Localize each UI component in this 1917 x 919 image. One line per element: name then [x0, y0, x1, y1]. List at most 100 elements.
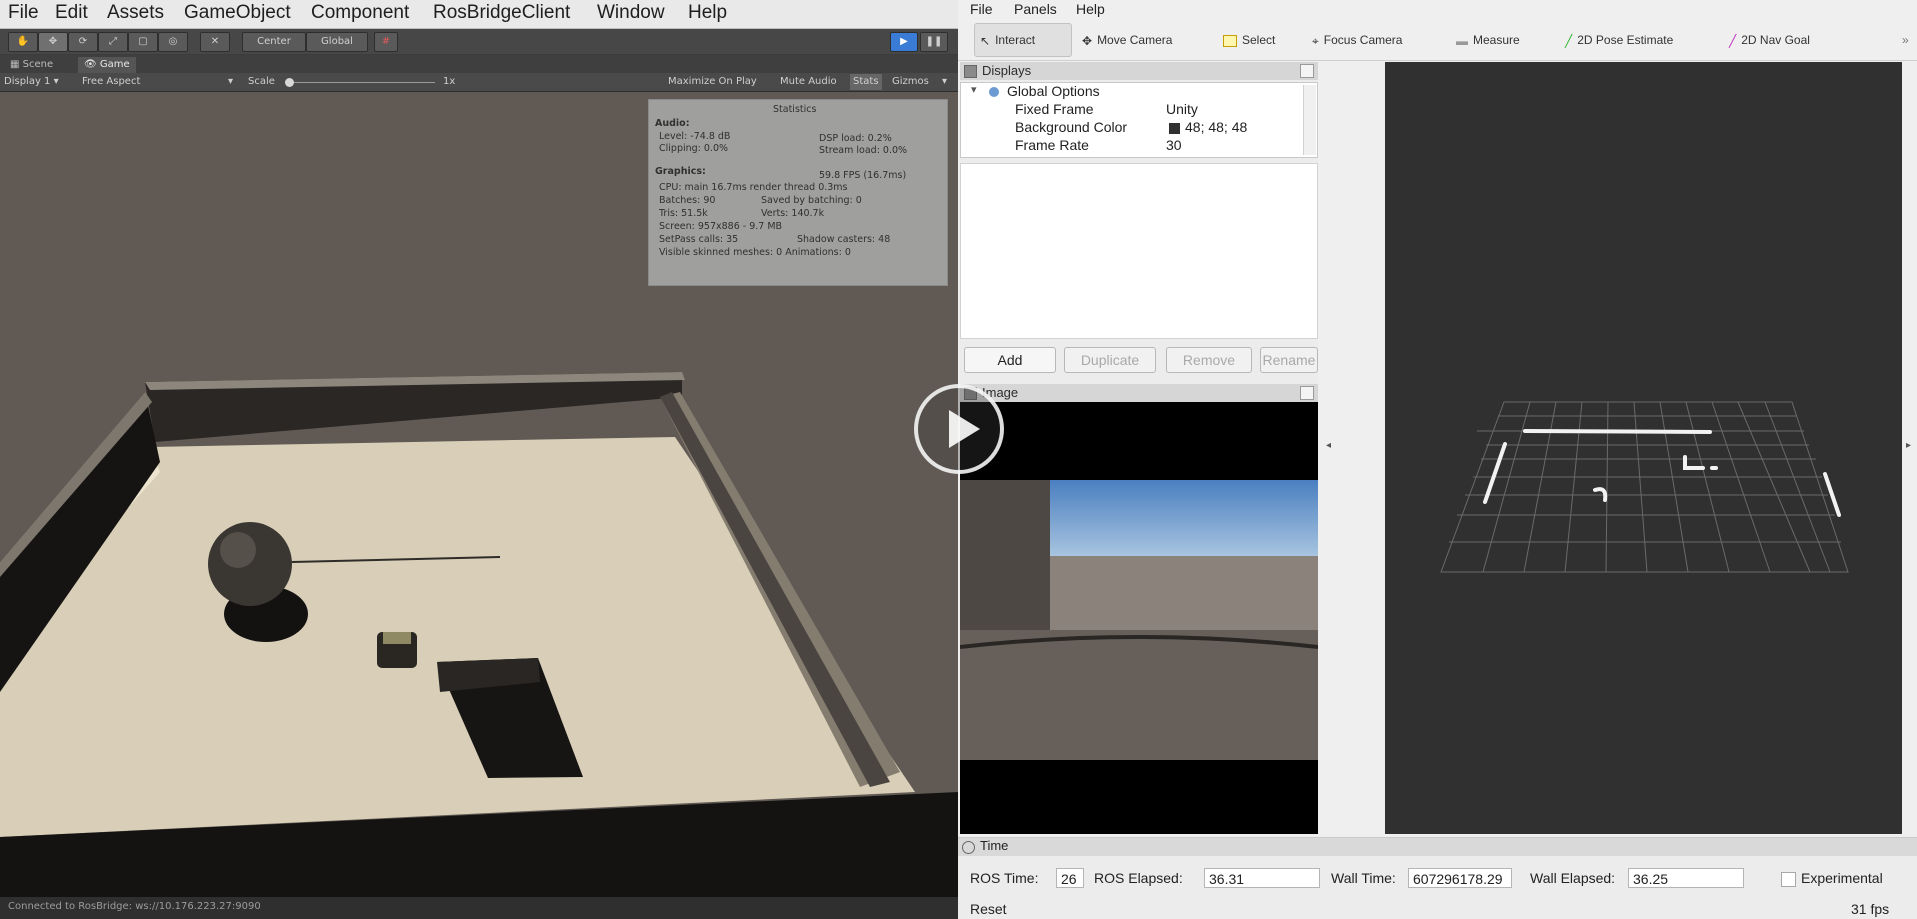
experimental-checkbox[interactable]	[1781, 872, 1796, 887]
rect-tool-button[interactable]: ▢	[128, 32, 158, 52]
unity-menu-help[interactable]: Help	[688, 2, 727, 24]
right-splitter-arrow-icon[interactable]: ▸	[1906, 440, 1911, 451]
wall-elapsed-field[interactable]: 36.25	[1628, 868, 1744, 888]
display-select-value: Display 1	[4, 76, 51, 87]
game-view-toolbar: Display 1 ▾ Free Aspect ▾ Scale 1x Maxim…	[0, 73, 958, 92]
maximize-on-play-toggle[interactable]: Maximize On Play	[668, 74, 757, 90]
ros-time-field[interactable]: 26	[1056, 868, 1084, 888]
wall-time-field[interactable]: 607296178.29	[1408, 868, 1512, 888]
statistics-overlay: Statistics Audio: Level: -74.8 dB Clippi…	[648, 99, 948, 286]
toolbar-overflow-icon[interactable]: »	[1902, 29, 1909, 51]
unity-status-bar: Connected to RosBridge: ws://10.176.223.…	[0, 897, 958, 919]
rotate-tool-button[interactable]: ⟳	[68, 32, 98, 52]
stats-setpass: SetPass calls: 35	[659, 234, 739, 245]
scale-slider-handle[interactable]	[285, 78, 294, 87]
background-color-key: Background Color	[1015, 119, 1128, 135]
play-triangle-icon	[949, 410, 980, 448]
aspect-dropdown-icon[interactable]: ▾	[228, 74, 233, 90]
displays-float-button[interactable]	[1300, 64, 1314, 78]
stats-toggle[interactable]: Stats	[850, 74, 882, 90]
gizmos-dropdown[interactable]: Gizmos	[892, 74, 929, 90]
left-splitter-arrow-icon[interactable]: ◂	[1326, 440, 1331, 451]
displays-tree[interactable]: ▾ Global Options Fixed Frame Unity Backg…	[960, 82, 1318, 158]
rviz-menu-panels[interactable]: Panels	[1014, 1, 1057, 17]
tool-focus-camera[interactable]: ⌖ Focus Camera	[1312, 29, 1402, 51]
expand-arrow-icon[interactable]: ▾	[971, 83, 977, 96]
add-display-button[interactable]: Add	[964, 347, 1056, 373]
stats-skinned: Visible skinned meshes: 0 Animations: 0	[659, 247, 851, 258]
transform-tool-button[interactable]: ◎	[158, 32, 188, 52]
laser-scan-points	[1483, 429, 1841, 517]
unity-menu-assets[interactable]: Assets	[107, 2, 164, 24]
ros-elapsed-field[interactable]: 36.31	[1204, 868, 1320, 888]
unity-menu-component[interactable]: Component	[311, 2, 409, 24]
unity-toolbar: ✋ ✥ ⟳ ⤢ ▢ ◎ ✕ Center Global # ▶ ❚❚	[0, 29, 958, 54]
reset-button[interactable]: Reset	[970, 901, 1007, 917]
fps-readout: 31 fps	[1851, 901, 1890, 917]
time-panel: Time ROS Time: 26 ROS Elapsed: 36.31 Wal…	[958, 837, 1917, 919]
tool-measure[interactable]: ▬ Measure	[1456, 29, 1520, 51]
scale-tool-button[interactable]: ⤢	[98, 32, 128, 52]
pause-button[interactable]: ❚❚	[920, 32, 948, 52]
stats-audio-header: Audio:	[655, 118, 690, 129]
background-color-swatch[interactable]	[1169, 123, 1180, 134]
robot-top	[383, 632, 411, 644]
gizmos-chevron-icon[interactable]: ▾	[942, 74, 947, 90]
stats-screen: Screen: 957x886 - 9.7 MB	[659, 221, 783, 232]
image-float-button[interactable]	[1300, 386, 1314, 400]
remove-display-button[interactable]: Remove	[1166, 347, 1252, 373]
tab-game[interactable]: 👁 Game	[78, 57, 136, 73]
global-options-label[interactable]: Global Options	[1007, 83, 1100, 99]
tool-2d-pose-estimate-label: 2D Pose Estimate	[1577, 33, 1674, 47]
displays-scrollbar[interactable]	[1303, 85, 1316, 155]
tool-2d-nav-goal[interactable]: ╱ 2D Nav Goal	[1729, 29, 1810, 51]
play-button[interactable]: ▶	[890, 32, 918, 52]
unity-menu-rosbridgeclient[interactable]: RosBridgeClient	[433, 2, 570, 24]
crosshair-icon: ⌖	[1312, 33, 1319, 48]
tool-select[interactable]: Select	[1223, 29, 1275, 51]
aspect-select[interactable]: Free Aspect	[82, 74, 140, 90]
custom-tool-button[interactable]: ✕	[200, 32, 230, 52]
tool-focus-camera-label: Focus Camera	[1323, 33, 1403, 47]
grid-snap-icon[interactable]: #	[374, 32, 398, 52]
duplicate-display-button[interactable]: Duplicate	[1064, 347, 1156, 373]
tool-2d-pose-estimate[interactable]: ╱ 2D Pose Estimate	[1565, 29, 1673, 51]
3d-viewport[interactable]	[1385, 62, 1902, 834]
unity-menu-gameobject[interactable]: GameObject	[184, 2, 291, 24]
scale-label: Scale	[248, 76, 275, 87]
fixed-frame-value[interactable]: Unity	[1166, 101, 1198, 117]
rviz-menu-help[interactable]: Help	[1076, 1, 1105, 17]
displays-panel-icon	[964, 65, 977, 78]
unity-menu-file[interactable]: File	[8, 2, 39, 24]
unity-menu-edit[interactable]: Edit	[55, 2, 88, 24]
rviz-menubar: File Panels Help	[958, 0, 1917, 18]
stats-dsp: DSP load: 0.2%	[819, 133, 892, 144]
hand-tool-button[interactable]: ✋	[8, 32, 38, 52]
frame-rate-value[interactable]: 30	[1166, 137, 1182, 153]
displays-list-area[interactable]	[960, 163, 1318, 339]
display-select[interactable]: Display 1 ▾	[4, 74, 59, 90]
tab-scene[interactable]: ▦ Scene	[4, 57, 59, 73]
unity-editor-window: File Edit Assets GameObject Component Ro…	[0, 0, 958, 919]
stats-shadow: Shadow casters: 48	[797, 234, 891, 245]
stats-verts: Verts: 140.7k	[761, 208, 825, 219]
image-title-bar: Image	[960, 384, 1318, 402]
move-tool-button[interactable]: ✥	[38, 32, 68, 52]
wall-time-label: Wall Time:	[1331, 870, 1396, 886]
stats-saved: Saved by batching: 0	[761, 195, 862, 206]
space-global-toggle[interactable]: Global	[306, 32, 368, 52]
tool-move-camera[interactable]: ✥ Move Camera	[1082, 29, 1172, 51]
video-play-button[interactable]	[914, 384, 1004, 474]
background-color-value[interactable]: 48; 48; 48	[1185, 119, 1247, 135]
select-box-icon	[1223, 34, 1237, 47]
mute-audio-toggle[interactable]: Mute Audio	[780, 74, 837, 90]
unity-menu-window[interactable]: Window	[597, 2, 665, 24]
rviz-menu-file[interactable]: File	[970, 1, 993, 17]
rename-display-button[interactable]: Rename	[1260, 347, 1318, 373]
time-title: Time	[980, 838, 1009, 853]
tool-interact[interactable]: ↖ Interact	[980, 29, 1035, 51]
pivot-center-toggle[interactable]: Center	[242, 32, 306, 52]
stats-batches: Batches: 90	[659, 195, 716, 206]
scale-slider-track[interactable]	[285, 82, 435, 83]
game-view[interactable]: Statistics Audio: Level: -74.8 dB Clippi…	[0, 92, 958, 897]
